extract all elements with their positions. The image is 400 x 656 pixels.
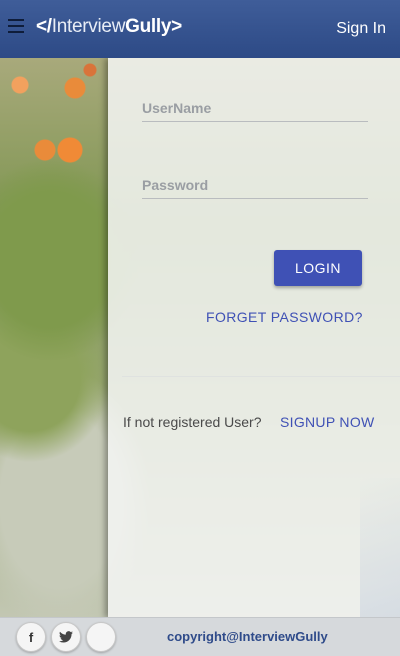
not-registered-text: If not registered User? bbox=[123, 414, 262, 430]
hamburger-icon[interactable] bbox=[8, 19, 24, 35]
footer: f copyright@InterviewGully bbox=[0, 617, 400, 656]
copyright-text: copyright@InterviewGully bbox=[167, 629, 328, 644]
app-logo[interactable]: </InterviewGully> bbox=[36, 16, 182, 38]
signup-now-link[interactable]: SIGNUP NOW bbox=[280, 414, 375, 430]
login-button[interactable]: LOGIN bbox=[274, 250, 362, 286]
username-field bbox=[142, 96, 368, 122]
password-field bbox=[142, 173, 368, 199]
divider bbox=[122, 376, 400, 377]
login-panel bbox=[108, 58, 400, 618]
googleplus-icon[interactable] bbox=[86, 622, 116, 652]
password-input[interactable] bbox=[142, 173, 368, 197]
sign-in-link[interactable]: Sign In bbox=[336, 20, 386, 38]
top-header: </InterviewGully> Sign In bbox=[0, 0, 400, 58]
username-input[interactable] bbox=[142, 96, 368, 120]
twitter-icon[interactable] bbox=[51, 622, 81, 652]
forget-password-link[interactable]: FORGET PASSWORD? bbox=[206, 309, 363, 325]
facebook-icon[interactable]: f bbox=[16, 622, 46, 652]
twitter-bird-icon bbox=[59, 631, 73, 643]
